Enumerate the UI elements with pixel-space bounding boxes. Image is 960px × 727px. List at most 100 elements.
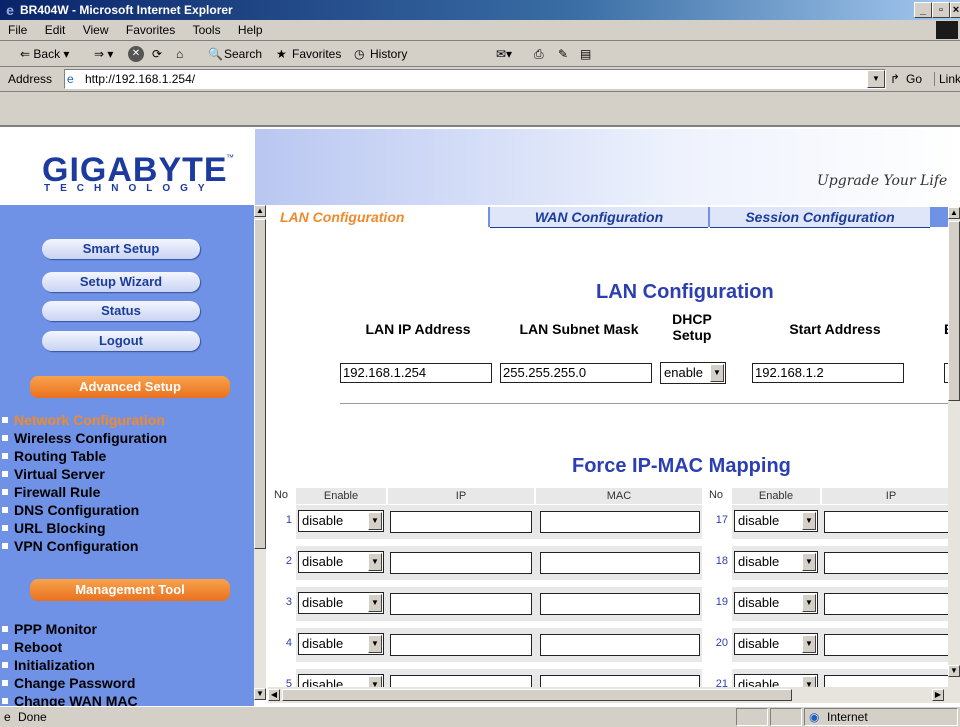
- menu-initialization[interactable]: Initialization: [0, 657, 95, 673]
- row-number: 1: [285, 514, 292, 526]
- go-icon: ↱: [890, 72, 901, 86]
- bullet-icon: [2, 417, 8, 424]
- enable-select[interactable]: disable ▼: [298, 592, 384, 614]
- ip-input[interactable]: [390, 593, 532, 615]
- stop-icon[interactable]: ✕: [128, 46, 144, 62]
- address-input[interactable]: e http://192.168.1.254/ ▼: [64, 69, 886, 89]
- links-button[interactable]: Links: [934, 72, 960, 86]
- menu-ppp-monitor[interactable]: PPP Monitor: [0, 621, 97, 637]
- enable-select[interactable]: disable ▼: [734, 633, 818, 655]
- go-button[interactable]: Go: [906, 72, 922, 86]
- scroll-up-button[interactable]: ▲: [254, 205, 266, 217]
- lan-ip-input[interactable]: 192.168.1.254: [340, 363, 492, 383]
- restore-button[interactable]: ▫: [932, 2, 950, 18]
- menu-edit[interactable]: Edit: [45, 20, 66, 40]
- enable-select[interactable]: disable ▼: [734, 592, 818, 614]
- scroll-thumb[interactable]: [948, 221, 960, 401]
- ip-input[interactable]: [824, 593, 960, 615]
- home-icon[interactable]: ⌂: [176, 46, 183, 62]
- menu-change-wan-mac[interactable]: Change WAN MAC: [0, 693, 138, 707]
- menu-change-password[interactable]: Change Password: [0, 675, 135, 691]
- ip-input[interactable]: [390, 552, 532, 574]
- chevron-down-icon: ▼: [710, 364, 724, 382]
- status-text: Done: [18, 710, 47, 724]
- menu-routing-table[interactable]: Routing Table: [0, 448, 106, 464]
- mail-icon[interactable]: ✉▾: [496, 46, 512, 62]
- globe-icon: ◉: [809, 710, 820, 724]
- discuss-icon[interactable]: ▤: [580, 46, 591, 62]
- bullet-icon: [2, 453, 8, 460]
- scroll-right-button[interactable]: ▶: [932, 689, 944, 701]
- minimize-button[interactable]: _: [914, 2, 932, 18]
- menu-virtual-server[interactable]: Virtual Server: [0, 466, 105, 482]
- status-button[interactable]: Status: [42, 301, 200, 321]
- search-icon: 🔍: [208, 47, 223, 61]
- smart-setup-button[interactable]: Smart Setup: [42, 239, 200, 259]
- scroll-thumb[interactable]: [254, 219, 266, 549]
- enable-select-value: disable: [738, 636, 780, 651]
- menu-dns-configuration[interactable]: DNS Configuration: [0, 502, 139, 518]
- scroll-thumb[interactable]: [282, 689, 792, 701]
- tab-lan-configuration[interactable]: LAN Configuration: [268, 207, 488, 227]
- frame-scrollbar[interactable]: ▲: [254, 205, 266, 689]
- bullet-icon: [2, 698, 8, 705]
- close-button[interactable]: ×: [950, 2, 960, 18]
- favorites-button[interactable]: Favorites: [292, 46, 341, 62]
- ip-input[interactable]: [390, 511, 532, 533]
- scroll-up-button[interactable]: ▲: [948, 207, 960, 219]
- search-button[interactable]: Search: [224, 46, 262, 62]
- enable-select[interactable]: disable ▼: [298, 551, 384, 573]
- mac-input[interactable]: [540, 593, 700, 615]
- menu-help[interactable]: Help: [238, 20, 263, 40]
- menu-url-blocking[interactable]: URL Blocking: [0, 520, 106, 536]
- history-button[interactable]: History: [370, 46, 407, 62]
- enable-select-value: disable: [302, 595, 344, 610]
- enable-select[interactable]: disable ▼: [734, 551, 818, 573]
- browser-viewport: GIGABYTE ™ TECHNOLOGY Upgrade Your Life …: [0, 125, 960, 707]
- menu-view[interactable]: View: [83, 20, 109, 40]
- ip-input[interactable]: [824, 552, 960, 574]
- lan-configuration-title: LAN Configuration: [596, 281, 774, 303]
- col-mac: MAC: [536, 488, 702, 504]
- tab-wan-configuration[interactable]: WAN Configuration: [490, 207, 708, 228]
- chevron-down-icon: ▼: [368, 635, 382, 653]
- scroll-down-button[interactable]: ▼: [948, 665, 960, 677]
- menu-firewall-rule[interactable]: Firewall Rule: [0, 484, 100, 500]
- enable-select[interactable]: disable ▼: [734, 510, 818, 532]
- print-icon[interactable]: ⎙: [534, 46, 544, 62]
- menu-wireless-configuration[interactable]: Wireless Configuration: [0, 430, 167, 446]
- subnet-mask-input[interactable]: 255.255.255.0: [500, 363, 652, 383]
- setup-wizard-button[interactable]: Setup Wizard: [42, 272, 200, 292]
- enable-select[interactable]: disable ▼: [298, 510, 384, 532]
- favorites-icon: ★: [276, 47, 287, 61]
- mac-input[interactable]: [540, 634, 700, 656]
- menu-reboot[interactable]: Reboot: [0, 639, 62, 655]
- logout-button[interactable]: Logout: [42, 331, 200, 351]
- scroll-left-button[interactable]: ◀: [268, 689, 280, 701]
- start-address-input[interactable]: 192.168.1.2: [752, 363, 904, 383]
- menu-network-configuration[interactable]: Network Configuration: [0, 412, 165, 428]
- scroll-down-button[interactable]: ▼: [254, 688, 266, 700]
- tab-session-configuration[interactable]: Session Configuration: [710, 207, 930, 228]
- menu-favorites[interactable]: Favorites: [126, 20, 175, 40]
- ip-input[interactable]: [824, 634, 960, 656]
- enable-select[interactable]: disable ▼: [298, 633, 384, 655]
- bullet-icon: [2, 662, 8, 669]
- logo-subtitle: TECHNOLOGY: [44, 183, 215, 194]
- menu-tools[interactable]: Tools: [193, 20, 221, 40]
- mac-input[interactable]: [540, 552, 700, 574]
- row-number: 3: [285, 596, 292, 608]
- back-button[interactable]: ⇐ Back ▾: [20, 46, 69, 62]
- address-dropdown-button[interactable]: ▼: [867, 70, 885, 88]
- page-scrollbar[interactable]: ▲ ▼: [948, 207, 960, 691]
- menu-vpn-configuration[interactable]: VPN Configuration: [0, 538, 138, 554]
- refresh-icon[interactable]: ⟳: [152, 46, 162, 62]
- menu-file[interactable]: File: [8, 20, 27, 40]
- forward-button[interactable]: ⇒ ▾: [94, 46, 113, 62]
- horizontal-scrollbar[interactable]: ◀ ▶: [268, 687, 960, 703]
- mac-input[interactable]: [540, 511, 700, 533]
- ip-input[interactable]: [390, 634, 532, 656]
- edit-icon[interactable]: ✎: [558, 46, 568, 62]
- ip-input[interactable]: [824, 511, 960, 533]
- dhcp-select[interactable]: enable ▼: [660, 362, 726, 384]
